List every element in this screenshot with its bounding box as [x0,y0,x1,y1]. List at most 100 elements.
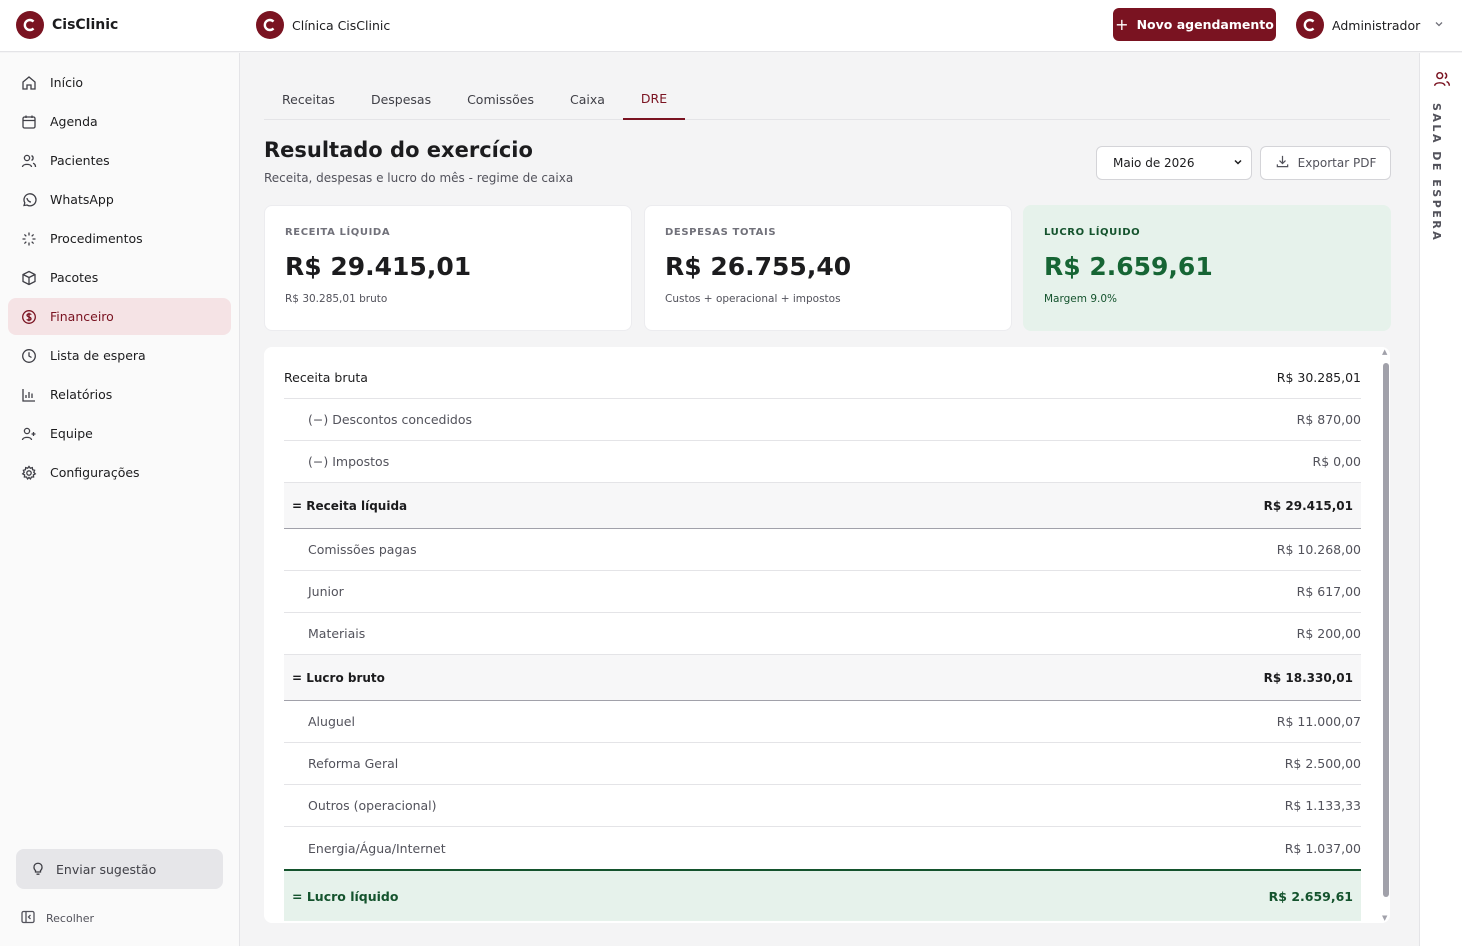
table-row: Aluguel R$ 11.000,07 [284,701,1361,743]
sidebar-item-agenda[interactable]: Agenda [8,103,231,140]
plus-icon: + [1115,14,1129,34]
sidebar-item-whatsapp[interactable]: WhatsApp [8,181,231,218]
sidebar-item-label: Relatórios [50,387,113,402]
page-subtitle: Receita, despesas e lucro do mês - regim… [264,171,574,185]
users-icon [1433,70,1451,88]
sidebar-item-pacientes[interactable]: Pacientes [8,142,231,179]
download-icon [1275,154,1290,172]
tab-comissoes[interactable]: Comissões [449,78,552,120]
table-row: Junior R$ 617,00 [284,571,1361,613]
finance-tabs: Receitas Despesas Comissões Caixa DRE [264,78,1390,120]
row-value: R$ 870,00 [1296,412,1361,427]
row-label: Outros (operacional) [308,798,437,813]
net-profit-row: = Lucro líquido R$ 2.659,61 [284,869,1361,921]
logo-icon [16,11,44,39]
sidebar-item-label: Início [50,75,84,90]
row-value: R$ 1.133,33 [1284,798,1361,813]
brand-name: CisClinic [52,17,119,33]
row-value: R$ 29.415,01 [1263,498,1353,513]
user-plus-icon [20,425,38,443]
gear-icon [20,464,38,482]
sparkle-icon [20,230,38,248]
row-value: R$ 1.037,00 [1284,840,1361,856]
collapse-sidebar-button[interactable]: Recolher [20,909,94,928]
table-row: Materiais R$ 200,00 [284,613,1361,655]
total-expenses-card: DESPESAS TOTAIS R$ 26.755,40 Custos + op… [644,205,1012,331]
page-title: Resultado do exercício [264,138,533,162]
sidebar: Início Agenda Pacientes WhatsApp Procedi… [0,53,240,946]
user-menu[interactable]: Administrador [1296,11,1444,39]
sidebar-item-label: Equipe [50,426,93,441]
card-note: R$ 30.285,01 bruto [285,293,388,305]
table-row: Receita bruta R$ 30.285,01 [284,357,1361,399]
card-note: Margem 9.0% [1044,293,1117,305]
avatar [1296,11,1324,39]
sidebar-item-label: Financeiro [50,309,114,324]
sidebar-item-label: Pacientes [50,153,110,168]
card-value: R$ 29.415,01 [285,252,472,281]
period-value: Maio de 2026 [1113,156,1195,170]
scroll-up-icon[interactable]: ▲ [1382,348,1387,356]
tab-despesas[interactable]: Despesas [353,78,449,120]
scroll-down-icon[interactable]: ▼ [1382,914,1387,922]
chevron-down-icon [1434,19,1444,32]
sidebar-item-label: Lista de espera [50,348,146,363]
row-value: R$ 0,00 [1312,454,1361,469]
row-label: (−) Descontos concedidos [308,412,473,427]
dollar-icon [20,308,38,326]
package-icon [20,269,38,287]
waiting-room-rail[interactable]: SALA DE ESPERA [1419,53,1462,946]
brand[interactable]: CisClinic [16,11,118,39]
sidebar-item-label: Agenda [50,114,98,129]
scrollbar-thumb[interactable] [1383,363,1389,897]
export-pdf-label: Exportar PDF [1297,156,1377,170]
table-row: (−) Descontos concedidos R$ 870,00 [284,399,1361,441]
row-label: Receita bruta [284,370,368,385]
sidebar-item-pacotes[interactable]: Pacotes [8,259,231,296]
table-row: Outros (operacional) R$ 1.133,33 [284,785,1361,827]
sidebar-item-procedimentos[interactable]: Procedimentos [8,220,231,257]
users-icon [20,152,38,170]
card-value: R$ 26.755,40 [665,252,852,281]
sidebar-nav: Início Agenda Pacientes WhatsApp Procedi… [8,64,231,493]
bar-chart-icon [20,386,38,404]
sidebar-item-label: Configurações [50,465,140,480]
row-value: R$ 200,00 [1296,626,1361,641]
suggestion-label: Enviar sugestão [56,861,157,877]
sidebar-item-lista-de-espera[interactable]: Lista de espera [8,337,231,374]
suggestion-button[interactable]: Enviar sugestão [16,849,223,889]
row-value: R$ 11.000,07 [1276,714,1361,729]
sidebar-item-financeiro[interactable]: Financeiro [8,298,231,335]
row-value: R$ 30.285,01 [1276,370,1361,385]
card-label: LUCRO LÍQUIDO [1044,227,1141,238]
lightbulb-icon [30,860,46,879]
sidebar-item-equipe[interactable]: Equipe [8,415,231,452]
table-scrollbar[interactable]: ▲ ▼ [1382,348,1389,922]
dre-table[interactable]: Receita bruta R$ 30.285,01 (−) Descontos… [264,347,1390,923]
table-row: Comissões pagas R$ 10.268,00 [284,529,1361,571]
sidebar-item-relatorios[interactable]: Relatórios [8,376,231,413]
row-value: R$ 18.330,01 [1263,670,1353,685]
subtotal-row: = Lucro bruto R$ 18.330,01 [284,655,1361,701]
clinic-logo-icon [256,11,284,39]
net-profit-card: LUCRO LÍQUIDO R$ 2.659,61 Margem 9.0% [1023,205,1391,331]
clock-icon [20,347,38,365]
row-value: R$ 10.268,00 [1276,542,1361,557]
sidebar-item-inicio[interactable]: Início [8,64,231,101]
tab-receitas[interactable]: Receitas [264,78,353,120]
row-label: = Lucro líquido [292,888,399,904]
period-select[interactable]: Maio de 2026 [1096,146,1252,180]
sidebar-item-label: Procedimentos [50,231,143,246]
new-appointment-button[interactable]: + Novo agendamento [1113,8,1276,41]
net-revenue-card: RECEITA LÍQUIDA R$ 29.415,01 R$ 30.285,0… [264,205,632,331]
row-value: R$ 2.659,61 [1268,888,1353,904]
tab-caixa[interactable]: Caixa [552,78,623,120]
row-value: R$ 2.500,00 [1284,756,1361,771]
clinic-selector[interactable]: Clínica CisClinic [256,11,390,39]
row-value: R$ 617,00 [1296,584,1361,599]
export-pdf-button[interactable]: Exportar PDF [1260,146,1391,180]
sidebar-item-configuracoes[interactable]: Configurações [8,454,231,491]
row-label: Comissões pagas [308,542,417,557]
tab-dre[interactable]: DRE [622,78,686,120]
table-row: Energia/Água/Internet R$ 1.037,00 [284,827,1361,869]
